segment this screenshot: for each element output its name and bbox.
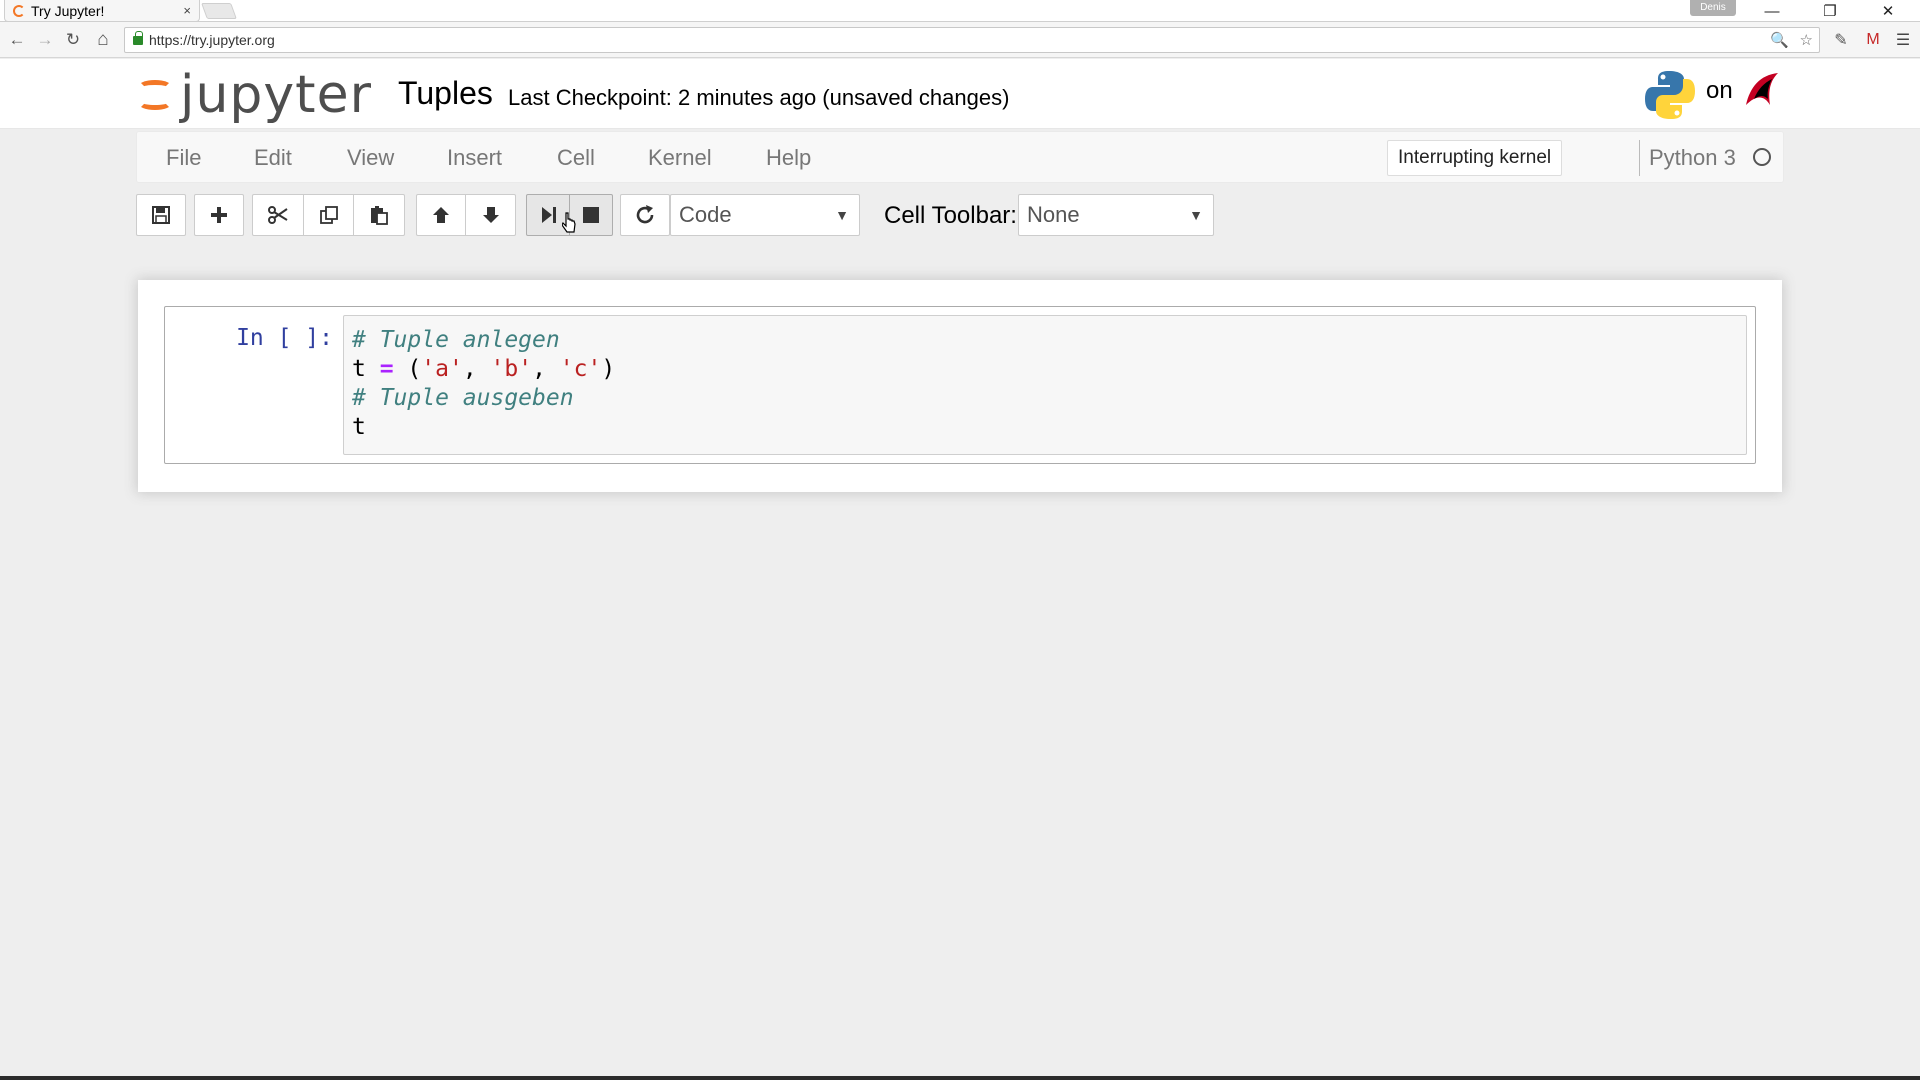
reload-button[interactable]: ↻	[60, 28, 86, 52]
code-token: 'c'	[559, 356, 602, 382]
menu-kernel[interactable]: Kernel	[648, 145, 712, 171]
save-button[interactable]	[136, 194, 186, 236]
code-token: (	[393, 356, 422, 382]
save-icon	[152, 206, 170, 224]
browser-address-bar: ← → ↻ ⌂ https://try.jupyter.org 🔍 ☆ ✎ M …	[0, 22, 1920, 58]
new-tab-button[interactable]	[201, 3, 237, 19]
input-prompt: In [ ]:	[236, 325, 333, 351]
zoom-icon[interactable]: 🔍	[1770, 28, 1789, 52]
back-button[interactable]: ←	[4, 28, 30, 52]
code-token: t	[352, 414, 366, 440]
code-token: # Tuple anlegen	[352, 327, 560, 353]
rackspace-logo-icon	[1746, 73, 1778, 105]
code-token: ,	[462, 356, 491, 382]
checkpoint-status: Last Checkpoint: 2 minutes ago (unsaved …	[508, 85, 1010, 110]
menu-edit[interactable]: Edit	[254, 145, 292, 171]
menu-cell[interactable]: Cell	[557, 145, 595, 171]
paste-icon	[371, 206, 388, 225]
code-line: t = ('a', 'b', 'c')	[352, 355, 1738, 384]
menubar: File Edit View Insert Cell Kernel Help I…	[136, 131, 1784, 183]
menu-view[interactable]: View	[347, 145, 394, 171]
jupyter-logo[interactable]: jupyter	[136, 65, 372, 125]
browser-tab-strip: Try Jupyter! × Denis — ❐ ✕	[0, 0, 1920, 22]
minimize-button[interactable]: —	[1750, 0, 1794, 22]
code-cell[interactable]: In [ ]: # Tuple anlegen t = ('a', 'b', 'c…	[164, 306, 1756, 464]
code-line: # Tuple ausgeben	[352, 384, 1738, 413]
paste-button[interactable]	[353, 194, 405, 236]
forward-button[interactable]: →	[32, 28, 58, 52]
gmail-extension-icon[interactable]: M	[1862, 30, 1884, 50]
url-input[interactable]: https://try.jupyter.org 🔍 ☆	[124, 27, 1820, 53]
cell-toolbar-value: None	[1027, 202, 1080, 227]
lock-icon	[133, 30, 143, 45]
kernel-status-message: Interrupting kernel	[1387, 140, 1563, 176]
profile-badge[interactable]: Denis	[1690, 0, 1736, 16]
insert-cell-button[interactable]	[194, 194, 244, 236]
copy-icon	[319, 206, 338, 224]
chrome-menu-icon[interactable]: ☰	[1892, 30, 1914, 50]
notebook-header: jupyter Tuples Last Checkpoint: 2 minute…	[0, 59, 1920, 129]
code-line: # Tuple anlegen	[352, 326, 1738, 355]
extension-pen-icon[interactable]: ✎	[1830, 30, 1852, 50]
tab-close-icon[interactable]: ×	[183, 3, 191, 18]
menu-file[interactable]: File	[166, 145, 201, 171]
bookmark-star-icon[interactable]: ☆	[1800, 28, 1813, 52]
code-editor[interactable]: # Tuple anlegen t = ('a', 'b', 'c') # Tupl…	[343, 315, 1747, 455]
python-logo-icon	[1645, 71, 1695, 119]
on-text: on	[1706, 77, 1733, 104]
copy-button[interactable]	[303, 194, 354, 236]
tab-title: Try Jupyter!	[31, 2, 105, 19]
taskbar-edge	[0, 1076, 1920, 1080]
code-token: ,	[532, 356, 560, 382]
menu-insert[interactable]: Insert	[447, 145, 502, 171]
cell-toolbar-label: Cell Toolbar:	[884, 202, 1017, 229]
browser-tab[interactable]: Try Jupyter! ×	[4, 0, 200, 22]
cut-icon	[268, 206, 288, 224]
code-token: t	[352, 356, 366, 382]
cell-toolbar-select[interactable]: None ▼	[1018, 194, 1214, 236]
kernel-busy-indicator-icon	[1753, 148, 1771, 166]
url-text: https://try.jupyter.org	[149, 32, 275, 48]
notebook-container: In [ ]: # Tuple anlegen t = ('a', 'b', 'c…	[138, 280, 1782, 492]
loading-spinner-icon	[13, 4, 25, 17]
code-token: =	[379, 356, 394, 382]
stop-icon	[583, 207, 599, 223]
chevron-down-icon: ▼	[1189, 207, 1203, 223]
notebook-toolbar: Code ▼ Cell Toolbar: None ▼	[136, 194, 1784, 238]
kernel-separator	[1639, 140, 1640, 176]
chevron-down-icon: ▼	[835, 207, 849, 223]
arrow-up-icon	[433, 207, 449, 223]
logo-text: jupyter	[180, 65, 372, 125]
close-window-button[interactable]: ✕	[1866, 0, 1910, 22]
code-token: 'a'	[421, 356, 463, 382]
plus-icon	[211, 207, 227, 223]
code-token: )	[601, 356, 616, 382]
cell-type-select[interactable]: Code ▼	[670, 194, 860, 236]
move-up-button[interactable]	[416, 194, 466, 236]
move-down-button[interactable]	[465, 194, 516, 236]
kernel-name: Python 3	[1649, 145, 1736, 170]
cut-button[interactable]	[252, 194, 304, 236]
restore-button[interactable]: ❐	[1808, 0, 1852, 22]
code-token: # Tuple ausgeben	[352, 385, 574, 411]
restart-icon	[636, 205, 654, 224]
jupyter-logo-icon	[136, 70, 176, 120]
mouse-pointer-icon	[562, 212, 576, 233]
code-token: 'b'	[490, 356, 533, 382]
notebook-name[interactable]: Tuples	[398, 75, 493, 112]
menu-help[interactable]: Help	[766, 145, 811, 171]
arrow-down-icon	[482, 207, 499, 223]
home-button[interactable]: ⌂	[90, 28, 116, 52]
run-icon	[542, 207, 556, 223]
cell-type-value: Code	[679, 202, 732, 227]
restart-kernel-button[interactable]	[620, 194, 670, 236]
code-line: t	[352, 413, 1738, 442]
